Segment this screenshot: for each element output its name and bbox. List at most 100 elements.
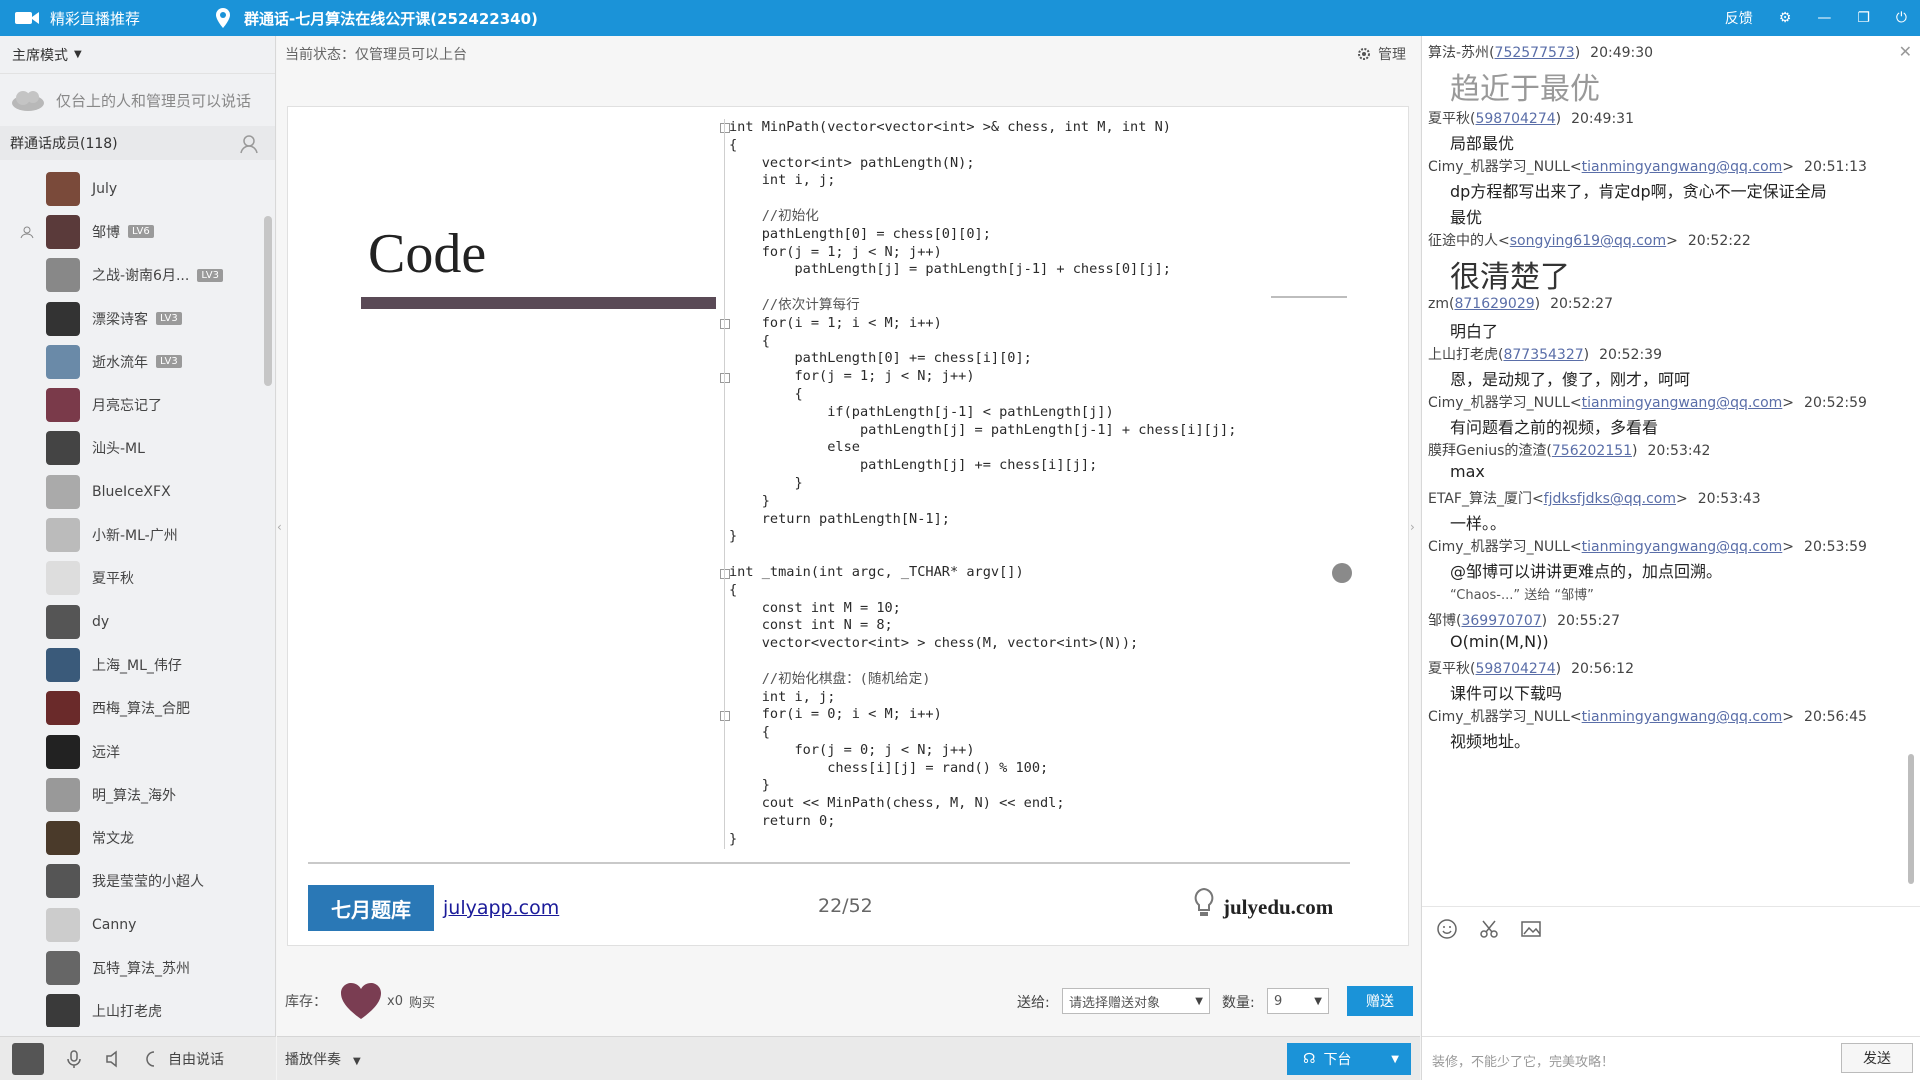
give-button[interactable]: 赠送 <box>1347 986 1413 1016</box>
sender-suffix: > <box>1666 233 1678 249</box>
sender-name[interactable]: ETAF_算法_厦门< <box>1428 491 1544 507</box>
manage-button[interactable]: 管理 <box>1356 44 1406 64</box>
sender-id-link[interactable]: 598704274 <box>1475 111 1555 127</box>
code-line: { <box>729 332 770 349</box>
member-item[interactable]: 漂梁诗客 LV3 <box>0 297 262 340</box>
sender-id-link[interactable]: 756202151 <box>1552 443 1632 459</box>
sender-id-link[interactable]: 871629029 <box>1454 296 1534 312</box>
code-line: pathLength[j] += chess[i][j]; <box>729 457 1098 474</box>
chat-scrollbar[interactable] <box>1908 754 1914 884</box>
close-button[interactable]: ⏻ <box>1896 10 1907 26</box>
speaker-icon[interactable] <box>104 1049 124 1069</box>
sender-id-link[interactable]: songying619@qq.com <box>1510 233 1666 249</box>
leave-stage-label: 下台 <box>1323 1052 1352 1068</box>
julyapp-link[interactable]: julyapp.com <box>443 897 559 919</box>
member-item[interactable]: 瓦特_算法_苏州 <box>0 946 262 989</box>
speak-notice: 仅台上的人和管理员可以说话 <box>0 74 275 126</box>
free-talk-icon[interactable] <box>144 1049 164 1069</box>
member-item[interactable]: 常文龙 <box>0 816 262 859</box>
member-item[interactable]: 明_算法_海外 <box>0 773 262 816</box>
group-title: 群通话-七月算法在线公开课(252422340) <box>214 7 538 29</box>
member-list[interactable]: July 邹博 LV6 之战-谢南6月... LV3 漂梁诗客 LV3 逝水流年 LV3 月亮忘记… <box>0 167 262 1027</box>
member-item[interactable]: 我是莹莹的小超人 <box>0 860 262 903</box>
sender-id-link[interactable]: tianmingyangwang@qq.com <box>1582 539 1783 555</box>
buy-link[interactable]: 购买 <box>409 992 435 1011</box>
heart-gift-icon[interactable] <box>339 981 383 1021</box>
image-icon[interactable] <box>1520 918 1542 940</box>
member-item[interactable]: 邹博 LV6 <box>0 210 262 253</box>
minimize-button[interactable]: — <box>1817 10 1831 26</box>
chat-history[interactable]: 算法-苏州(752577573) 20:49:30 趋近于最优 夏平秋(5987042… <box>1422 36 1902 896</box>
sender-id-link[interactable]: 369970707 <box>1461 613 1541 629</box>
member-item[interactable]: dy <box>0 600 262 643</box>
member-name: 常文龙 <box>92 831 134 848</box>
member-item[interactable]: 夏平秋 <box>0 557 262 600</box>
message-input[interactable] <box>1422 951 1920 1036</box>
member-name: 漂梁诗客 <box>92 311 148 328</box>
emoji-icon[interactable] <box>1436 918 1458 940</box>
sender-name[interactable]: Cimy_机器学习_NULL< <box>1428 539 1582 555</box>
sender-id-link[interactable]: 598704274 <box>1475 661 1555 677</box>
message-header: Cimy_机器学习_NULL<tianmingyangwang@qq.com> 2… <box>1428 536 1867 556</box>
sender-name[interactable]: 膜拜Genius的渣渣 <box>1428 443 1546 459</box>
quantity-select[interactable]: 9 ▼ <box>1267 988 1329 1014</box>
member-item[interactable]: 小新-ML-广州 <box>0 513 262 556</box>
ad-tip[interactable]: 装修，不能少了它，完美攻略！ <box>1432 1051 1614 1070</box>
member-item[interactable]: 月亮忘记了 <box>0 383 262 426</box>
sender-id-link[interactable]: 877354327 <box>1503 347 1583 363</box>
member-item[interactable]: BlueIceXFX <box>0 470 262 513</box>
microphone-icon[interactable] <box>64 1049 84 1069</box>
recipient-select[interactable]: 请选择赠送对象 ▼ <box>1062 988 1210 1014</box>
code-line: } <box>729 492 770 509</box>
sender-name[interactable]: zm <box>1428 296 1449 312</box>
member-item[interactable]: 上海_ML_伟仔 <box>0 643 262 686</box>
footer-divider <box>308 862 1350 864</box>
feedback-button[interactable]: 反馈 <box>1725 8 1753 28</box>
sender-id-link[interactable]: 752577573 <box>1495 45 1575 61</box>
sender-id-link[interactable]: tianmingyangwang@qq.com <box>1582 159 1783 175</box>
leave-stage-button[interactable]: ☊ 下台 ▼ <box>1287 1043 1411 1075</box>
member-item[interactable]: 之战-谢南6月... LV3 <box>0 254 262 297</box>
member-item[interactable]: July <box>0 167 262 210</box>
live-recommend-tab[interactable]: 精彩直播推荐 <box>0 0 154 36</box>
scissors-icon[interactable] <box>1478 918 1500 940</box>
message-time: 20:51:13 <box>1804 159 1867 175</box>
member-list-scrollbar[interactable] <box>264 216 272 386</box>
sender-id-link[interactable]: tianmingyangwang@qq.com <box>1582 709 1783 725</box>
sender-name[interactable]: 夏平秋 <box>1428 111 1470 127</box>
sender-name[interactable]: 征途中的人< <box>1428 233 1510 249</box>
member-name: July <box>92 180 118 197</box>
avatar <box>46 734 80 769</box>
member-item[interactable]: Canny <box>0 903 262 946</box>
mode-selector[interactable]: 主席模式 ▼ <box>0 36 275 74</box>
sender-suffix: > <box>1676 491 1688 507</box>
self-avatar[interactable] <box>12 1042 44 1075</box>
settings-icon[interactable]: ⚙ <box>1779 10 1792 26</box>
member-item[interactable]: 汕头-ML <box>0 427 262 470</box>
julyedu-link[interactable]: julyedu.com <box>1223 895 1333 920</box>
code-line: for(j = 0; j < N; j++) <box>729 741 975 758</box>
member-item[interactable]: 西梅_算法_合肥 <box>0 687 262 730</box>
message-header: 上山打老虎(877354327) 20:52:39 <box>1428 347 1662 363</box>
add-member-icon[interactable] <box>239 133 261 155</box>
code-line: { <box>729 581 738 598</box>
sender-name[interactable]: 上山打老虎 <box>1428 347 1498 363</box>
member-item[interactable]: 逝水流年 LV3 <box>0 340 262 383</box>
sender-name[interactable]: Cimy_机器学习_NULL< <box>1428 159 1582 175</box>
collapse-right-icon[interactable]: › <box>1410 520 1415 534</box>
sender-name[interactable]: Cimy_机器学习_NULL< <box>1428 709 1582 725</box>
sender-id-link[interactable]: tianmingyangwang@qq.com <box>1582 395 1783 411</box>
sender-name[interactable]: 邹博 <box>1428 613 1456 629</box>
maximize-button[interactable]: ❐ <box>1857 10 1870 26</box>
member-item[interactable]: 上山打老虎 <box>0 990 262 1027</box>
code-line: cout << MinPath(chess, M, N) << endl; <box>729 795 1065 812</box>
send-button[interactable]: 发送 <box>1841 1043 1913 1073</box>
bgm-selector[interactable]: 播放伴奏 ▼ <box>285 1049 361 1069</box>
member-item[interactable]: 远洋 <box>0 730 262 773</box>
sender-id-link[interactable]: fjdksfjdks@qq.com <box>1544 491 1676 507</box>
sender-name[interactable]: 夏平秋 <box>1428 661 1470 677</box>
sender-name[interactable]: 算法-苏州 <box>1428 45 1489 61</box>
sender-name[interactable]: Cimy_机器学习_NULL< <box>1428 395 1582 411</box>
free-talk-label[interactable]: 自由说话 <box>168 1049 224 1069</box>
collapse-left-icon[interactable]: ‹ <box>277 520 282 534</box>
